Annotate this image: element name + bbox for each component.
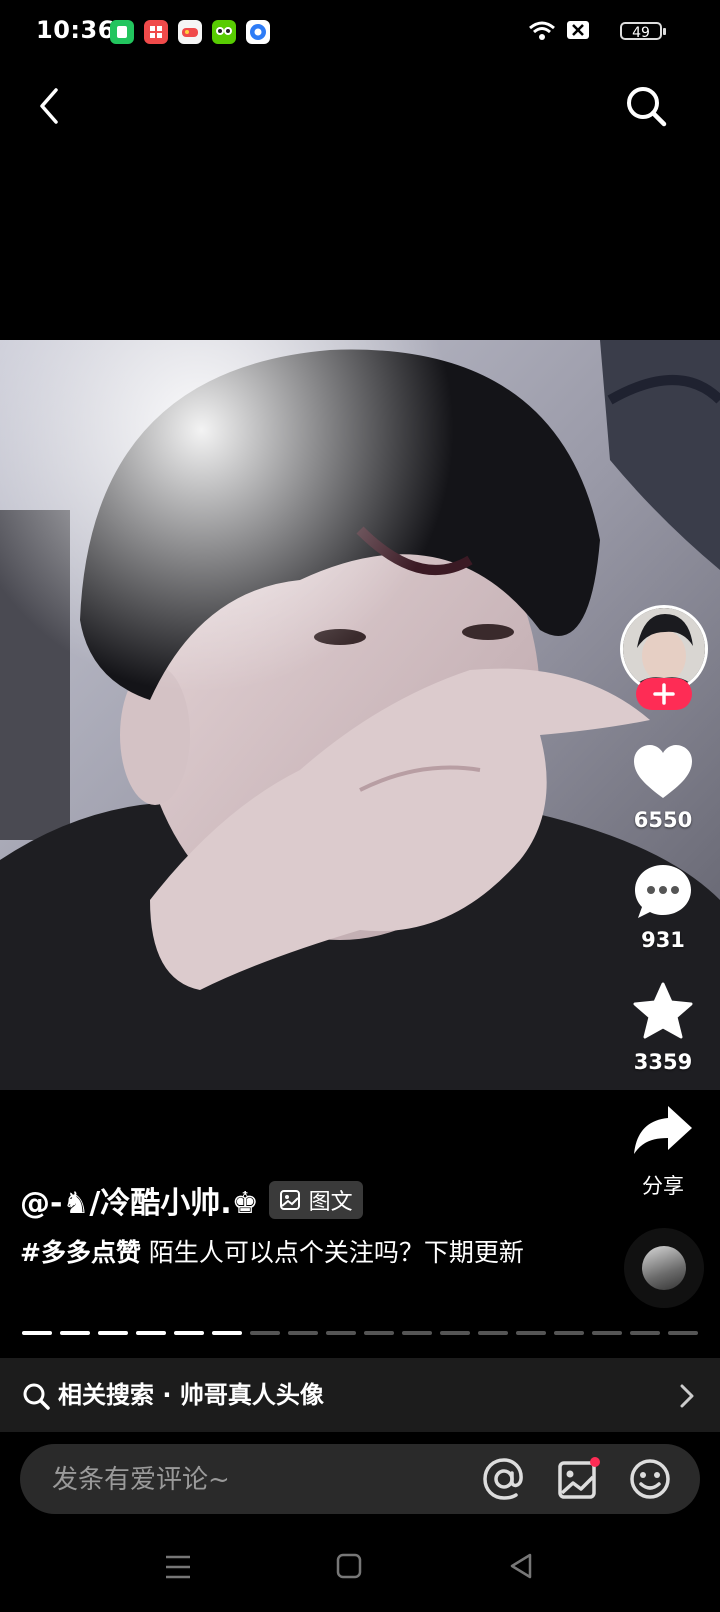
music-cover-image bbox=[642, 1246, 686, 1290]
post-type-badge: 图文 bbox=[268, 1181, 363, 1219]
comment-input[interactable] bbox=[50, 1444, 434, 1516]
image-progress-indicator bbox=[22, 1331, 698, 1335]
comment-icon bbox=[635, 865, 691, 918]
duolingo-app-icon bbox=[212, 20, 236, 44]
progress-segment bbox=[98, 1331, 128, 1335]
progress-segment bbox=[668, 1331, 698, 1335]
chevron-right-icon bbox=[680, 1384, 694, 1408]
image-text-icon bbox=[279, 1190, 300, 1210]
caption-text: 陌生人可以点个关注吗？下期更新 bbox=[140, 1238, 524, 1267]
progress-segment bbox=[326, 1331, 356, 1335]
smiley-icon bbox=[630, 1459, 670, 1499]
progress-segment bbox=[60, 1331, 90, 1335]
progress-segment bbox=[250, 1331, 280, 1335]
progress-segment bbox=[554, 1331, 584, 1335]
game-app-icon bbox=[178, 20, 202, 44]
at-sign-icon bbox=[483, 1458, 523, 1500]
comment-button[interactable] bbox=[630, 860, 696, 926]
post-caption: #多多点赞 陌生人可以点个关注吗？下期更新 bbox=[20, 1232, 540, 1274]
grid-app-icon bbox=[144, 20, 168, 44]
emoji-button[interactable] bbox=[628, 1457, 672, 1501]
author-name[interactable]: @-♞/冷酷小帅.♚ bbox=[20, 1178, 259, 1222]
battery-indicator: 49 bbox=[620, 22, 666, 41]
wechat-style-app-icon bbox=[110, 20, 134, 44]
progress-segment bbox=[516, 1331, 546, 1335]
progress-segment bbox=[402, 1331, 432, 1335]
progress-segment bbox=[136, 1331, 166, 1335]
system-nav-bar bbox=[0, 1530, 720, 1612]
search-icon bbox=[627, 87, 667, 127]
back-triangle-icon[interactable] bbox=[508, 1552, 534, 1580]
search-icon bbox=[23, 1383, 50, 1410]
like-button[interactable] bbox=[630, 740, 696, 806]
favorite-button[interactable] bbox=[630, 980, 696, 1046]
author-line: @-♞/冷酷小帅.♚ 图文 bbox=[20, 1178, 363, 1222]
share-label: 分享 bbox=[642, 1174, 684, 1198]
status-bar: 10:36 49 bbox=[0, 0, 720, 64]
progress-segment bbox=[22, 1331, 52, 1335]
progress-segment bbox=[478, 1331, 508, 1335]
portrait-photo bbox=[0, 340, 720, 1090]
progress-segment bbox=[174, 1331, 204, 1335]
search-button[interactable] bbox=[624, 84, 668, 128]
related-search-bar[interactable]: 相关搜索 · 帅哥真人头像 bbox=[0, 1358, 720, 1432]
status-time: 10:36 bbox=[36, 16, 115, 44]
post-type-label: 图文 bbox=[308, 1190, 353, 1215]
back-button[interactable] bbox=[30, 84, 70, 128]
progress-segment bbox=[288, 1331, 318, 1335]
notification-dot bbox=[590, 1457, 600, 1467]
browser-app-icon bbox=[246, 20, 270, 44]
progress-segment bbox=[440, 1331, 470, 1335]
related-search-label: 相关搜索 · 帅哥真人头像 bbox=[58, 1381, 324, 1409]
follow-button[interactable] bbox=[636, 678, 692, 710]
menu-icon[interactable] bbox=[164, 1554, 192, 1580]
progress-segment bbox=[212, 1331, 242, 1335]
favorite-count: 3359 bbox=[633, 1050, 693, 1074]
progress-segment bbox=[364, 1331, 394, 1335]
sim-off-icon bbox=[567, 21, 589, 39]
comment-count: 931 bbox=[641, 928, 685, 952]
mention-button[interactable] bbox=[482, 1457, 526, 1501]
progress-segment bbox=[630, 1331, 660, 1335]
star-icon bbox=[633, 982, 693, 1039]
plus-icon bbox=[653, 683, 675, 705]
post-image[interactable] bbox=[0, 340, 720, 1090]
hashtag-link[interactable]: #多多点赞 bbox=[20, 1238, 141, 1267]
share-arrow-icon bbox=[634, 1106, 692, 1154]
heart-icon bbox=[634, 745, 692, 798]
add-image-button[interactable] bbox=[556, 1457, 604, 1501]
like-count: 6550 bbox=[633, 808, 693, 832]
share-button[interactable] bbox=[630, 1100, 696, 1166]
progress-segment bbox=[592, 1331, 622, 1335]
chevron-left-icon bbox=[40, 88, 58, 124]
home-square-icon[interactable] bbox=[336, 1552, 362, 1580]
comment-bar bbox=[20, 1444, 700, 1516]
image-icon bbox=[558, 1457, 600, 1499]
wifi-icon bbox=[529, 21, 555, 40]
